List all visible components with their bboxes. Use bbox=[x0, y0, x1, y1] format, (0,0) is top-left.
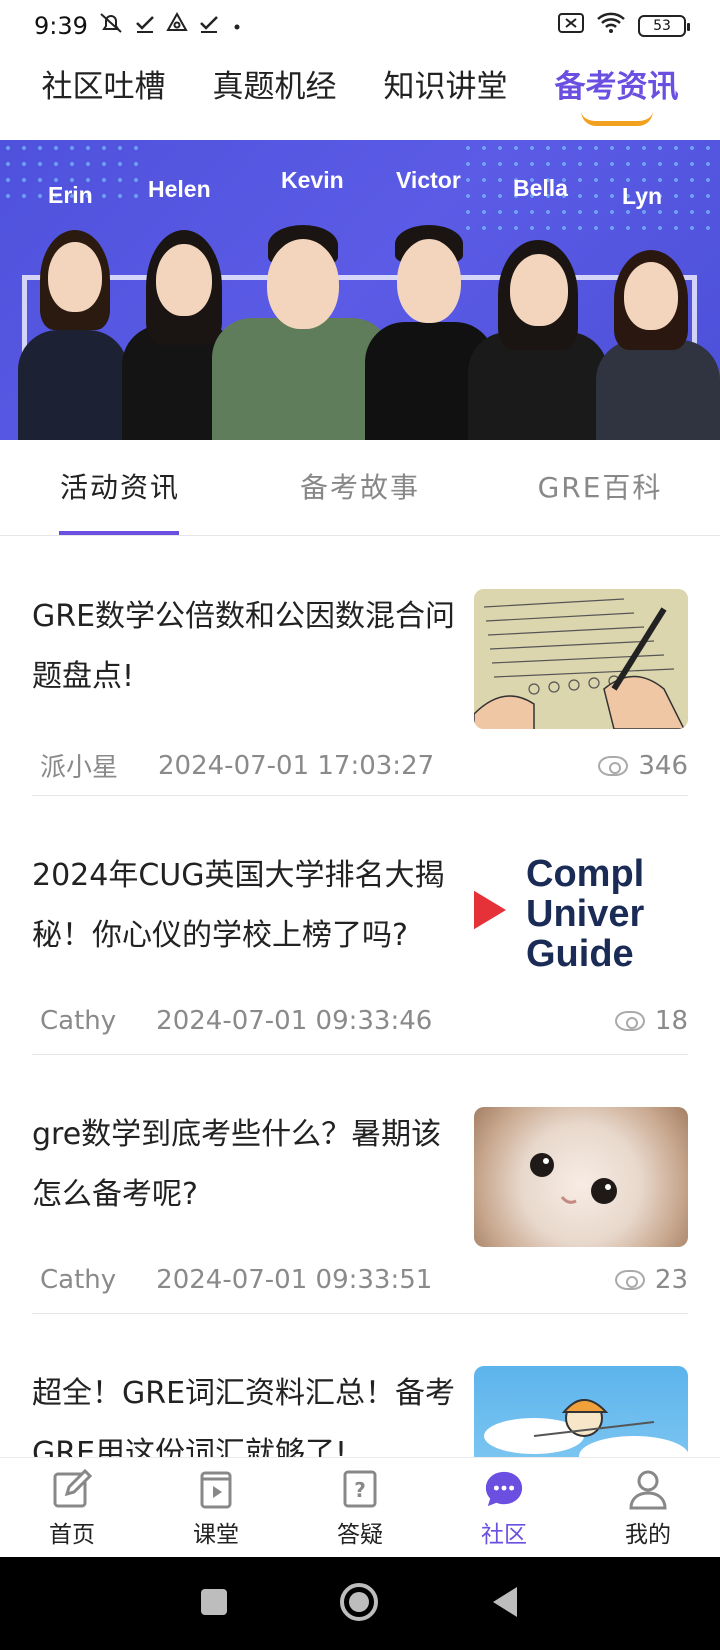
article-views: 18 bbox=[614, 1006, 688, 1036]
list-item[interactable]: 超全！GRE词汇资料汇总！备考GRE用这份词汇就够了! bbox=[32, 1314, 688, 1457]
home-icon[interactable] bbox=[339, 1582, 379, 1626]
teacher-name-kevin: Kevin bbox=[281, 167, 344, 193]
article-meta: Cathy 2024-07-01 09:33:51 23 bbox=[40, 1265, 688, 1295]
check-icon bbox=[134, 12, 156, 40]
tab-gre-encyclopedia[interactable]: GRE百科 bbox=[480, 440, 720, 535]
thumb-text-line: Compl bbox=[526, 853, 645, 895]
article-list: GRE数学公倍数和公因数混合问题盘点! 派小星 2024-07-01 17:03… bbox=[0, 537, 720, 1457]
person-icon bbox=[628, 1467, 668, 1511]
nav-label: 社区 bbox=[481, 1521, 527, 1548]
nav-label: 答疑 bbox=[337, 1521, 383, 1548]
thumb-text-line: Guide bbox=[526, 933, 634, 975]
article-meta: Cathy 2024-07-01 09:33:46 18 bbox=[40, 1006, 688, 1036]
nav-home[interactable]: 首页 bbox=[0, 1458, 144, 1557]
check-icon bbox=[198, 12, 220, 40]
article-date: 2024-07-01 09:33:51 bbox=[156, 1265, 433, 1295]
nav-classroom[interactable]: 课堂 bbox=[144, 1458, 288, 1557]
article-views: 346 bbox=[598, 751, 688, 781]
article-author: 派小星 bbox=[40, 753, 119, 783]
drive-icon bbox=[166, 11, 188, 40]
teacher-name-victor: Victor bbox=[396, 167, 461, 193]
article-date: 2024-07-01 17:03:27 bbox=[158, 750, 435, 781]
teacher-name-helen: Helen bbox=[148, 176, 211, 202]
question-icon: ? bbox=[340, 1467, 380, 1511]
article-date: 2024-07-01 09:33:46 bbox=[156, 1006, 433, 1036]
article-thumbnail: Compl Univer Guide bbox=[474, 848, 688, 988]
article-views: 23 bbox=[614, 1265, 688, 1295]
article-title: gre数学到底考些什么？暑期该怎么备考呢? bbox=[32, 1117, 442, 1212]
view-count: 18 bbox=[654, 1006, 688, 1036]
tab-real-exams[interactable]: 真题机经 bbox=[189, 52, 360, 140]
wifi-icon bbox=[596, 12, 626, 40]
mute-icon bbox=[98, 11, 124, 41]
article-thumbnail bbox=[474, 1366, 688, 1457]
tab-prep-stories[interactable]: 备考故事 bbox=[240, 440, 480, 535]
tab-activity-news[interactable]: 活动资讯 bbox=[0, 440, 240, 535]
banner-dots-decoration bbox=[460, 140, 720, 230]
edit-icon bbox=[52, 1467, 92, 1511]
teachers-banner[interactable]: Erin Helen Kevin Victor Bella Lyn bbox=[0, 140, 720, 440]
tab-community-rant[interactable]: 社区吐槽 bbox=[18, 52, 189, 140]
status-time: 9:39 bbox=[34, 12, 88, 40]
eye-icon bbox=[598, 755, 629, 776]
teacher-photo-bella bbox=[468, 240, 608, 440]
list-item[interactable]: GRE数学公倍数和公因数混合问题盘点! 派小星 2024-07-01 17:03… bbox=[32, 537, 688, 796]
article-title: 超全！GRE词汇资料汇总！备考GRE用这份词汇就够了! bbox=[32, 1376, 456, 1457]
article-thumbnail bbox=[474, 589, 688, 729]
article-author: Cathy bbox=[40, 1265, 117, 1295]
svg-text:?: ? bbox=[354, 1478, 366, 1502]
sub-tab-bar: 活动资讯 备考故事 GRE百科 bbox=[0, 440, 720, 536]
teacher-photo-lyn bbox=[592, 250, 720, 440]
thumb-text-line: Univer bbox=[526, 893, 645, 935]
nav-community[interactable]: 社区 bbox=[432, 1458, 576, 1557]
status-bar: 9:39 53 bbox=[0, 0, 720, 52]
teacher-name-lyn: Lyn bbox=[622, 183, 663, 209]
nav-profile[interactable]: 我的 bbox=[576, 1458, 720, 1557]
top-tab-bar: 社区吐槽 真题机经 知识讲堂 备考资讯 bbox=[0, 52, 720, 140]
article-title: 2024年CUG英国大学排名大揭秘！你心仪的学校上榜了吗? bbox=[32, 858, 445, 953]
sim-off-icon bbox=[558, 12, 584, 40]
bottom-nav: 首页 课堂 ? 答疑 社区 我的 bbox=[0, 1457, 720, 1557]
teacher-name-bella: Bella bbox=[513, 175, 568, 201]
teacher-photo-erin bbox=[10, 230, 130, 440]
view-count: 346 bbox=[638, 750, 688, 781]
nav-label: 课堂 bbox=[193, 1521, 239, 1548]
battery-icon: 53 bbox=[638, 15, 690, 37]
recents-icon[interactable] bbox=[199, 1587, 229, 1621]
article-meta: 派小星 2024-07-01 17:03:27 346 bbox=[40, 747, 688, 784]
chat-bubble-icon bbox=[484, 1467, 524, 1511]
system-nav-bar bbox=[0, 1557, 720, 1650]
eye-icon bbox=[614, 1011, 645, 1031]
article-title: GRE数学公倍数和公因数混合问题盘点! bbox=[32, 599, 456, 694]
back-icon[interactable] bbox=[489, 1585, 521, 1623]
article-author: Cathy bbox=[40, 1006, 117, 1036]
article-thumbnail bbox=[474, 1107, 688, 1247]
list-item[interactable]: gre数学到底考些什么？暑期该怎么备考呢? Cathy 2024-07-01 0… bbox=[32, 1055, 688, 1314]
teacher-name-erin: Erin bbox=[48, 182, 93, 208]
list-item[interactable]: 2024年CUG英国大学排名大揭秘！你心仪的学校上榜了吗? Compl Univ… bbox=[32, 796, 688, 1055]
nav-qa[interactable]: ? 答疑 bbox=[288, 1458, 432, 1557]
nav-label: 首页 bbox=[49, 1521, 95, 1548]
tab-knowledge-lectures[interactable]: 知识讲堂 bbox=[360, 52, 531, 140]
tab-exam-news[interactable]: 备考资讯 bbox=[531, 52, 702, 140]
dot-icon bbox=[230, 12, 244, 40]
eye-icon bbox=[614, 1270, 645, 1290]
view-count: 23 bbox=[654, 1265, 688, 1295]
play-book-icon bbox=[196, 1467, 236, 1511]
nav-label: 我的 bbox=[625, 1521, 671, 1548]
